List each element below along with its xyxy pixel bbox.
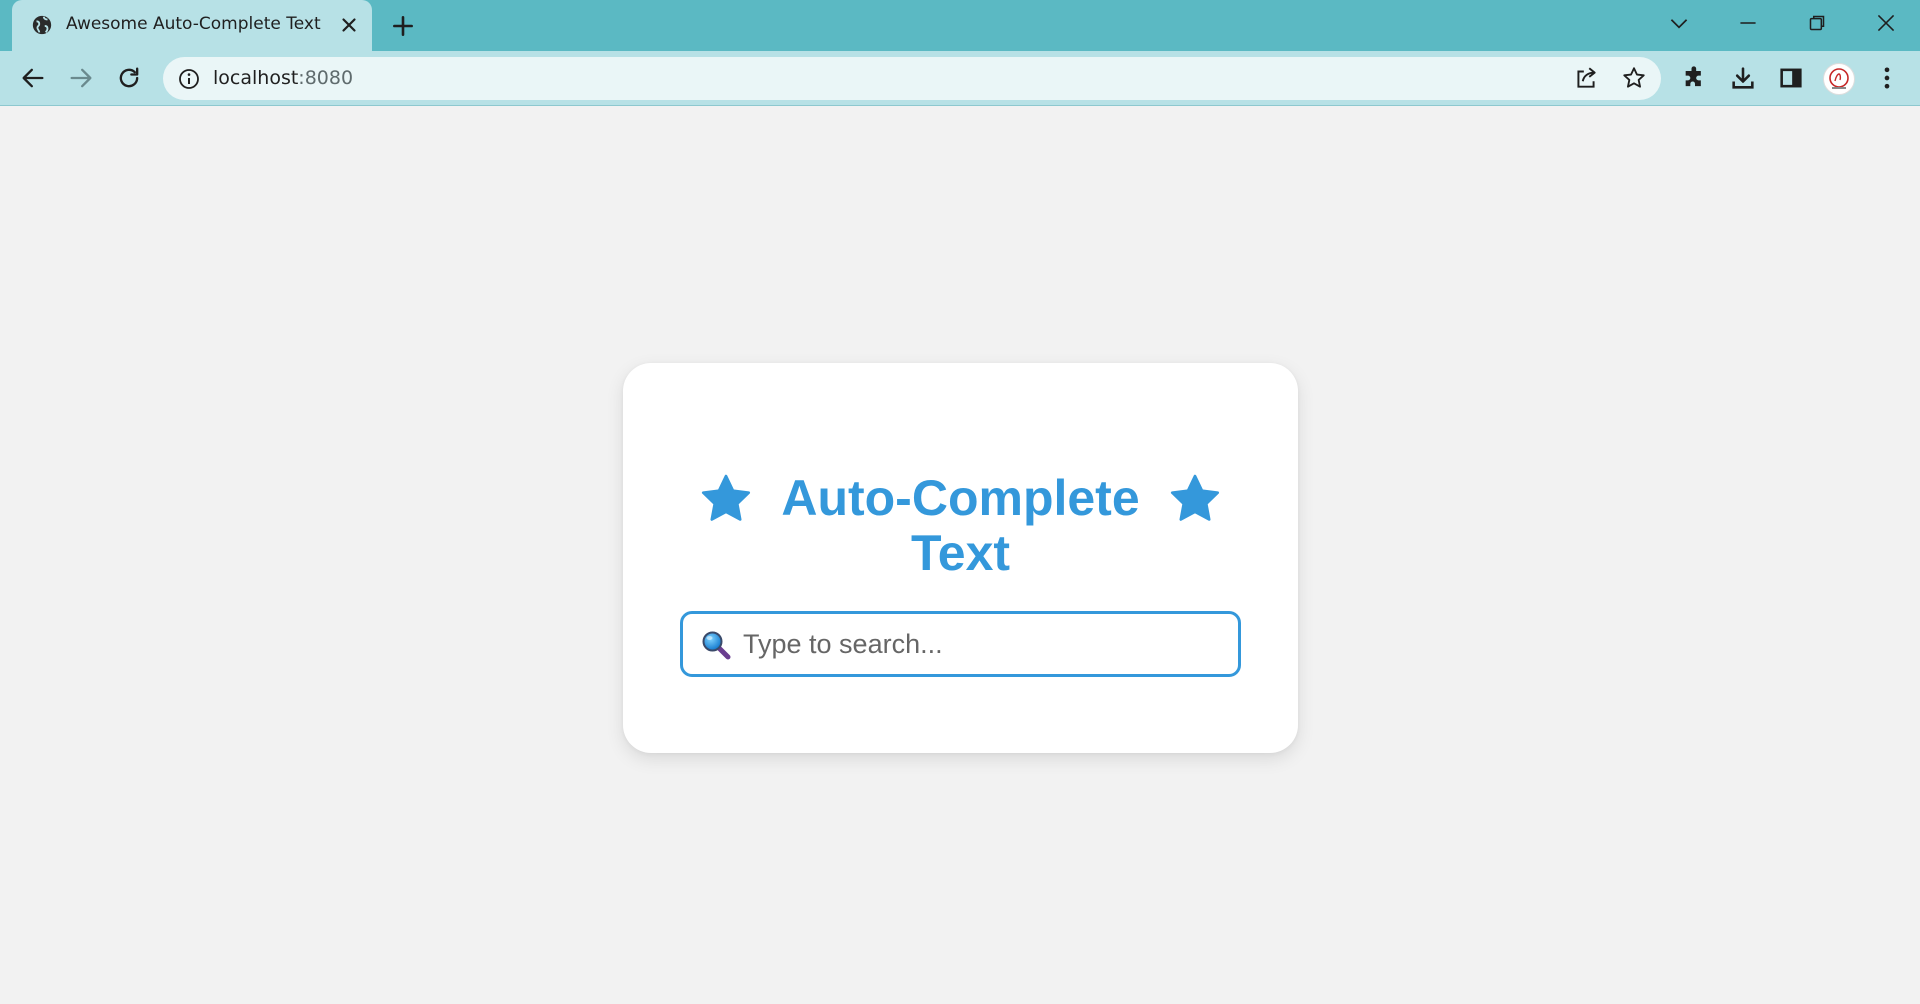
side-panel-icon[interactable] [1777, 64, 1805, 92]
bookmark-star-icon[interactable] [1621, 65, 1647, 91]
forward-arrow-icon[interactable] [67, 64, 95, 92]
star-icon [702, 474, 751, 521]
profile-avatar[interactable] [1823, 63, 1855, 95]
magnifier-icon [702, 631, 731, 660]
browser-titlebar: Awesome Auto-Complete Text [0, 0, 1920, 51]
close-tab-icon[interactable] [338, 14, 360, 36]
reload-icon[interactable] [115, 64, 143, 92]
autocomplete-card: Auto-Complete Text [623, 363, 1298, 753]
title-line-1: Auto-Complete [623, 471, 1298, 526]
extensions-puzzle-icon[interactable] [1681, 64, 1709, 92]
minimize-icon[interactable] [1735, 10, 1761, 36]
title-text-line-2: Text [910, 525, 1011, 581]
search-box[interactable] [680, 611, 1241, 677]
download-icon[interactable] [1729, 64, 1757, 92]
share-icon[interactable] [1573, 65, 1599, 91]
site-info-icon[interactable] [177, 67, 201, 91]
restore-icon[interactable] [1804, 10, 1830, 36]
url-port: :8080 [298, 67, 354, 89]
url-host: localhost [213, 67, 299, 89]
url-text: localhost:8080 [213, 67, 353, 89]
page-title: Auto-Complete Text [623, 471, 1298, 581]
browser-toolbar: localhost:8080 [0, 51, 1920, 106]
tab-title: Awesome Auto-Complete Text [66, 14, 321, 34]
star-icon [1170, 474, 1219, 521]
page-viewport: Auto-Complete Text [0, 107, 1920, 1004]
address-bar[interactable]: localhost:8080 [163, 57, 1661, 100]
title-text-line-1: Auto-Complete [781, 470, 1140, 526]
close-window-icon[interactable] [1873, 10, 1899, 36]
back-arrow-icon[interactable] [19, 64, 47, 92]
kebab-menu-icon[interactable] [1873, 64, 1901, 92]
globe-icon [32, 15, 52, 35]
search-input[interactable] [743, 614, 1223, 674]
profile-logo-icon [1829, 68, 1849, 89]
tab-search-chevron-icon[interactable] [1666, 10, 1692, 36]
browser-tab-active[interactable]: Awesome Auto-Complete Text [12, 0, 372, 51]
new-tab-icon[interactable] [390, 13, 416, 39]
